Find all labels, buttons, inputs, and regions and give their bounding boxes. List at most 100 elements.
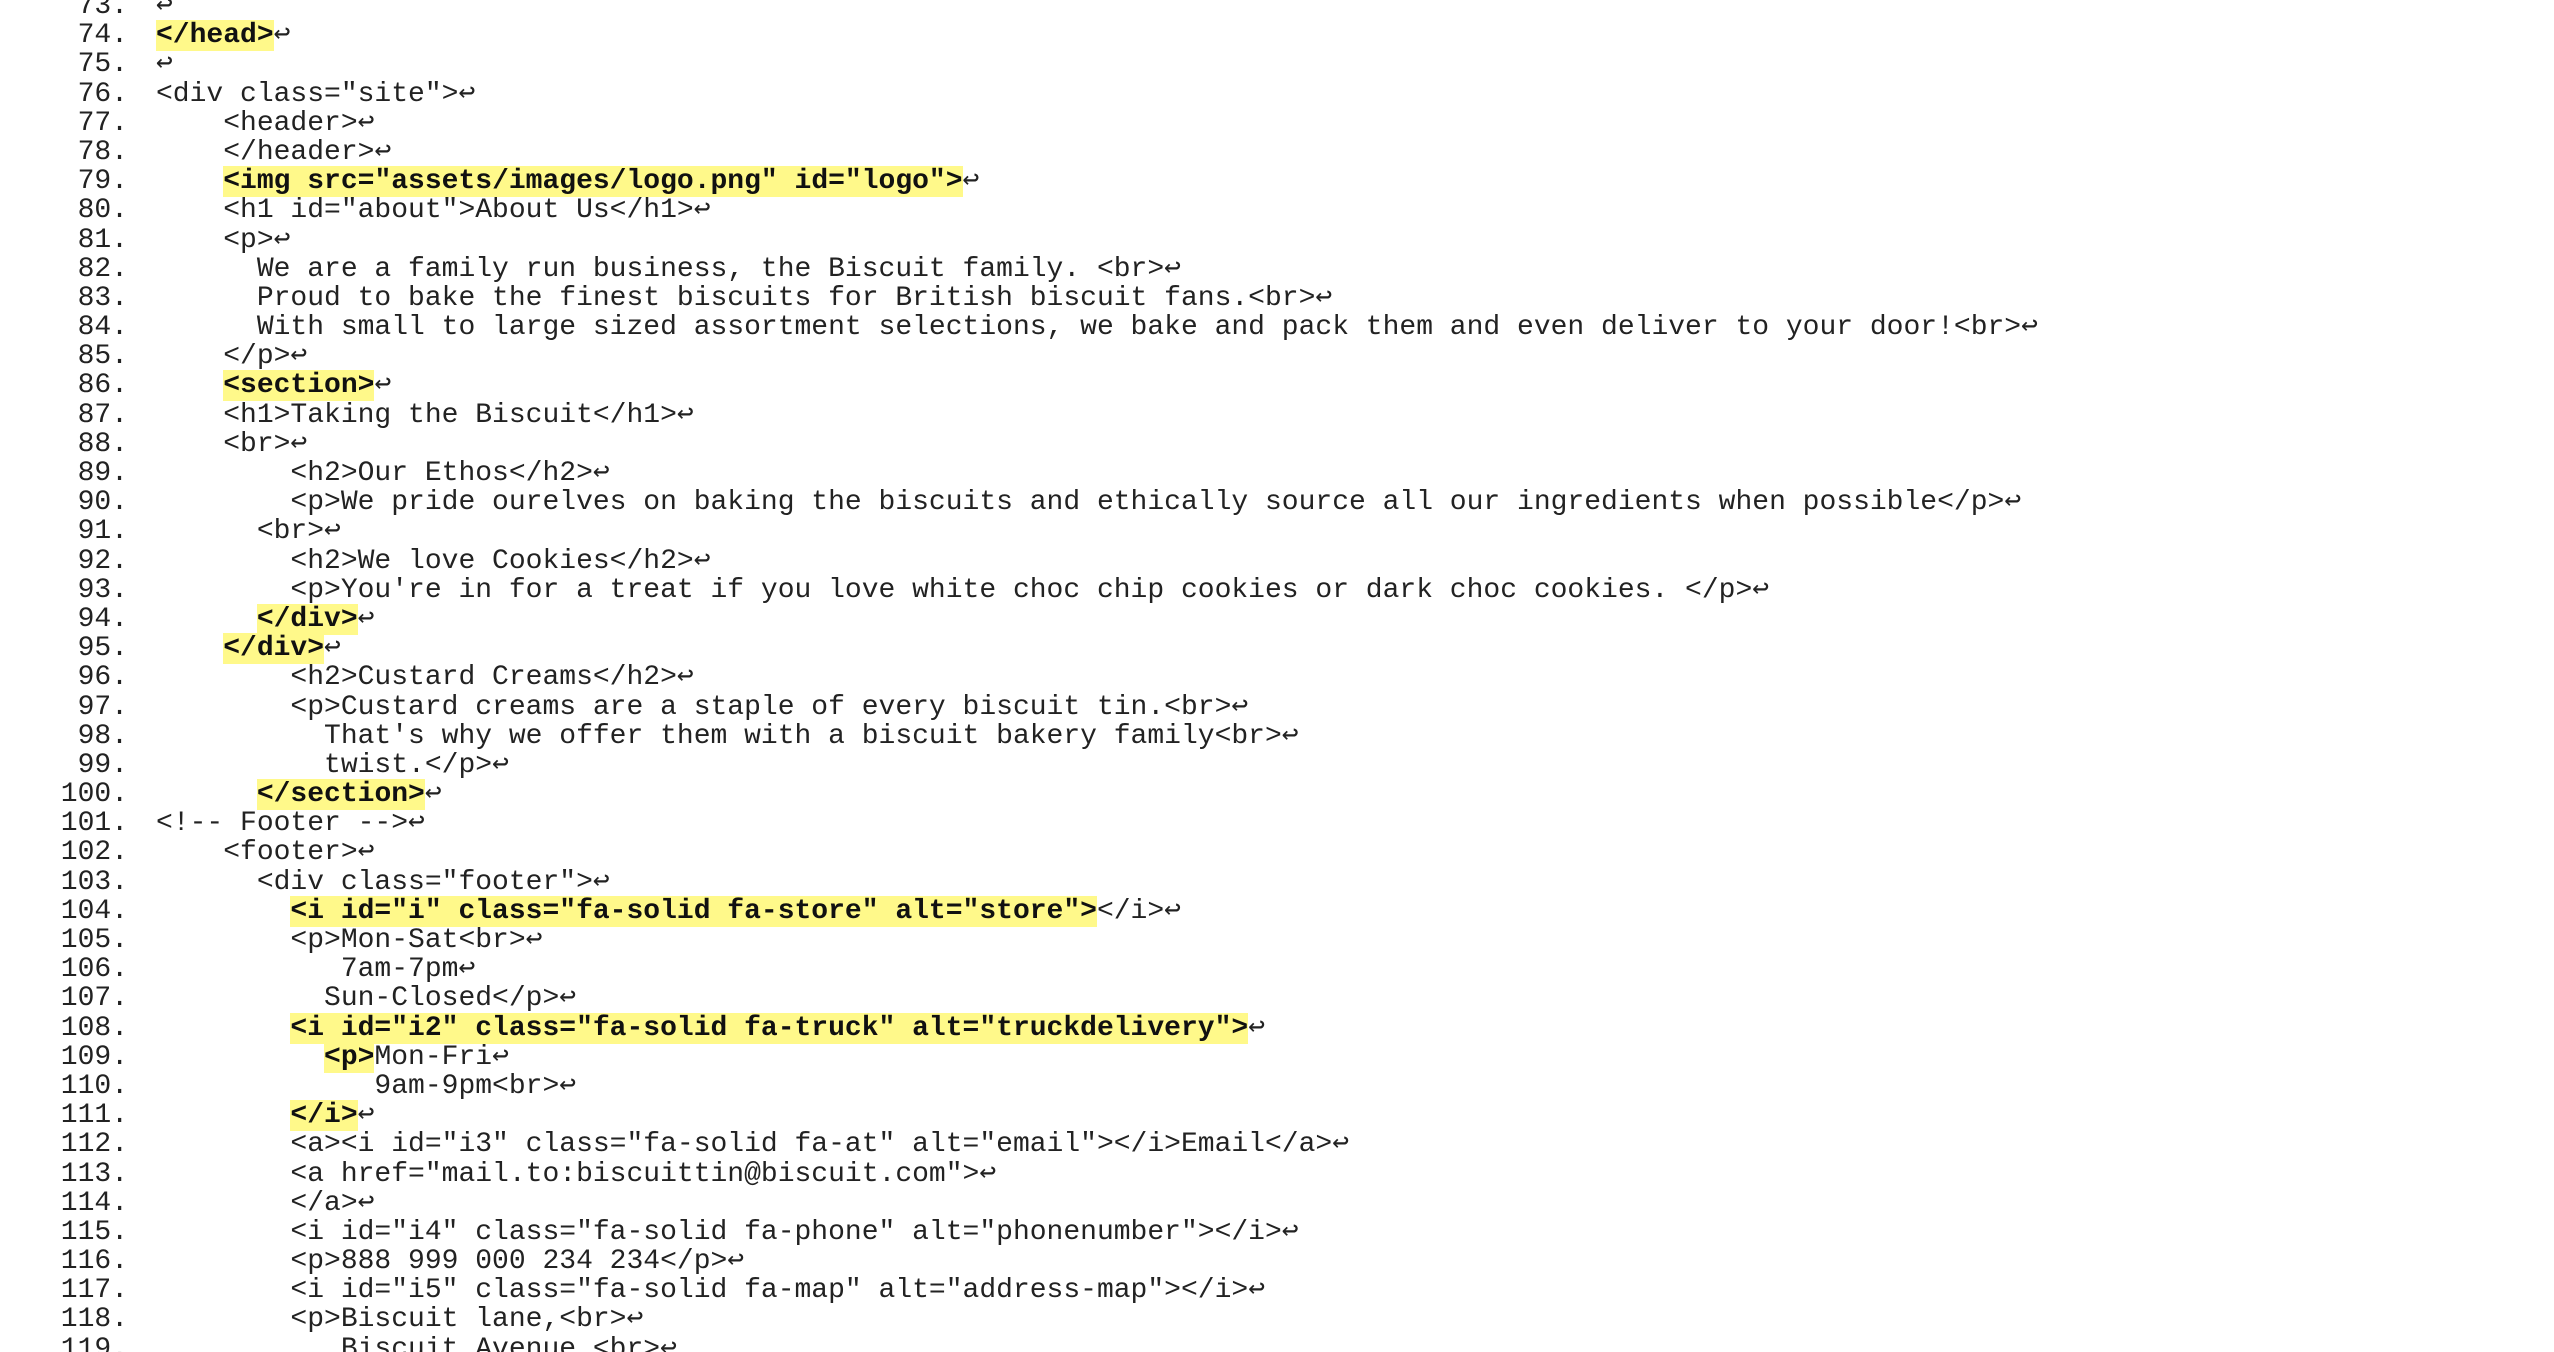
code-line: 110. 9am-9pm<br>↩	[0, 1072, 2038, 1101]
code-line: 84. With small to large sized assortment…	[0, 313, 2038, 342]
newline-marker-icon: ↩	[273, 224, 291, 256]
code-line: 81. <p>↩	[0, 224, 2038, 256]
code-line: 111. </i>↩	[0, 1100, 2038, 1132]
newline-marker-icon: ↩	[357, 1187, 375, 1219]
line-number: 106.	[60, 954, 128, 986]
code-line: 74. </head>↩	[0, 20, 2038, 52]
line-number: 111.	[60, 1100, 128, 1132]
line-number: 95.	[77, 633, 128, 665]
code-line: 87. <h1>Taking the Biscuit</h1>↩	[0, 399, 2038, 431]
line-number: 103.	[60, 866, 128, 898]
code-text: <p>Custard creams are a staple of every …	[156, 691, 1232, 723]
code-line: 118. <p>Biscuit lane,<br>↩	[0, 1305, 2038, 1334]
newline-marker-icon: ↩	[357, 603, 375, 635]
newline-marker-icon: ↩	[693, 545, 711, 577]
newline-marker-icon: ↩	[592, 866, 610, 898]
code-line: 100. </section>↩	[0, 779, 2038, 811]
line-number: 99.	[77, 749, 128, 781]
newline-marker-icon: ↩	[979, 1158, 997, 1190]
code-text: </a>	[156, 1187, 358, 1219]
line-number: 119.	[60, 1333, 128, 1352]
code-text: <p>Mon-Sat<br>	[156, 925, 526, 956]
newline-marker-icon: ↩	[1281, 1216, 1299, 1248]
highlighted-code: <img src="assets/images/logo.png" id="lo…	[223, 166, 963, 198]
line-number: 112.	[60, 1129, 128, 1161]
code-line: 103. <div class="footer">↩	[0, 866, 2038, 898]
code-line: 117. <i id="i5" class="fa-solid fa-map" …	[0, 1276, 2038, 1305]
line-number: 105.	[60, 925, 128, 956]
line-number: 113.	[60, 1158, 128, 1190]
line-number: 73.	[77, 0, 128, 22]
code-line: 112. <a><i id="i3" class="fa-solid fa-at…	[0, 1130, 2038, 1159]
line-number: 78.	[77, 136, 128, 168]
code-line: 115. <i id="i4" class="fa-solid fa-phone…	[0, 1218, 2038, 1247]
code-line: 76. <div class="site">↩	[0, 78, 2038, 110]
code-text: Mon-Fri	[374, 1041, 493, 1073]
line-number: 85.	[77, 341, 128, 373]
line-number: 116.	[60, 1246, 128, 1278]
line-number: 87.	[77, 399, 128, 431]
code-text: <p>888 999 000 234 234</p>	[156, 1246, 728, 1278]
line-number: 117.	[60, 1275, 128, 1307]
line-number: 74.	[77, 20, 128, 52]
code-text: That's why we offer them with a biscuit …	[156, 720, 1282, 752]
code-line: 108. <i id="i2" class="fa-solid fa-truck…	[0, 1012, 2038, 1044]
line-number: 80.	[77, 195, 128, 227]
line-number: 84.	[77, 312, 128, 344]
line-number: 100.	[60, 779, 128, 811]
code-line: 79. <img src="assets/images/logo.png" id…	[0, 166, 2038, 198]
code-line: 77. <header>↩	[0, 109, 2038, 138]
code-line: 96. <h2>Custard Creams</h2>↩	[0, 663, 2038, 692]
newline-marker-icon: ↩	[408, 808, 425, 840]
highlighted-code: <section>	[223, 370, 375, 402]
newline-marker-icon: ↩	[676, 399, 694, 431]
newline-marker-icon: ↩	[424, 779, 442, 811]
line-number: 75.	[77, 49, 128, 81]
newline-marker-icon: ↩	[1752, 574, 1770, 606]
code-text: <div class="site">	[156, 78, 459, 110]
newline-marker-icon: ↩	[290, 341, 308, 373]
newline-marker-icon: ↩	[1248, 1275, 1266, 1307]
newline-marker-icon: ↩	[1164, 253, 1182, 285]
line-number: 86.	[77, 370, 128, 402]
code-line: 101. <!-- Footer -->↩	[0, 809, 2038, 838]
code-text: <h1 id="about">About Us</h1>	[156, 195, 694, 227]
line-number: 94.	[77, 603, 128, 635]
code-text: Sun-Closed</p>	[156, 983, 560, 1015]
newline-marker-icon: ↩	[660, 1333, 677, 1352]
code-line: 85. </p>↩	[0, 342, 2038, 371]
code-line: 98. That's why we offer them with a bisc…	[0, 720, 2038, 752]
line-number: 115.	[60, 1216, 128, 1248]
line-number: 110.	[60, 1070, 128, 1102]
newline-marker-icon: ↩	[962, 166, 980, 198]
newline-marker-icon: ↩	[525, 925, 543, 956]
line-number: 104.	[60, 895, 128, 927]
newline-marker-icon: ↩	[156, 0, 173, 22]
code-text: <!-- Footer -->	[156, 808, 409, 840]
newline-marker-icon: ↩	[492, 749, 509, 781]
highlighted-code: </div>	[256, 603, 358, 635]
code-lines: 73. ↩ 74. </head>↩ 75. ↩ 76. <div class="site">…	[0, 0, 2038, 1352]
line-number: 108.	[60, 1012, 128, 1044]
code-text: </i>	[1096, 895, 1165, 927]
code-text: <h2>Our Ethos</h2>	[156, 458, 593, 489]
newline-marker-icon: ↩	[676, 662, 694, 694]
newline-marker-icon: ↩	[492, 1041, 509, 1073]
line-number: 97.	[77, 691, 128, 723]
code-text: <header>	[156, 107, 358, 139]
line-number: 92.	[77, 545, 128, 577]
code-line: 93. <p>You're in for a treat if you love…	[0, 576, 2038, 605]
code-text: <a><i id="i3" class="fa-solid fa-at" alt…	[156, 1129, 1333, 1161]
code-line: 88. <br>↩	[0, 430, 2038, 459]
newline-marker-icon: ↩	[458, 954, 476, 986]
newline-marker-icon: ↩	[357, 1100, 375, 1132]
line-number: 77.	[77, 107, 128, 139]
newline-marker-icon: ↩	[273, 20, 291, 52]
newline-marker-icon: ↩	[357, 837, 375, 869]
line-number: 118.	[60, 1304, 128, 1336]
